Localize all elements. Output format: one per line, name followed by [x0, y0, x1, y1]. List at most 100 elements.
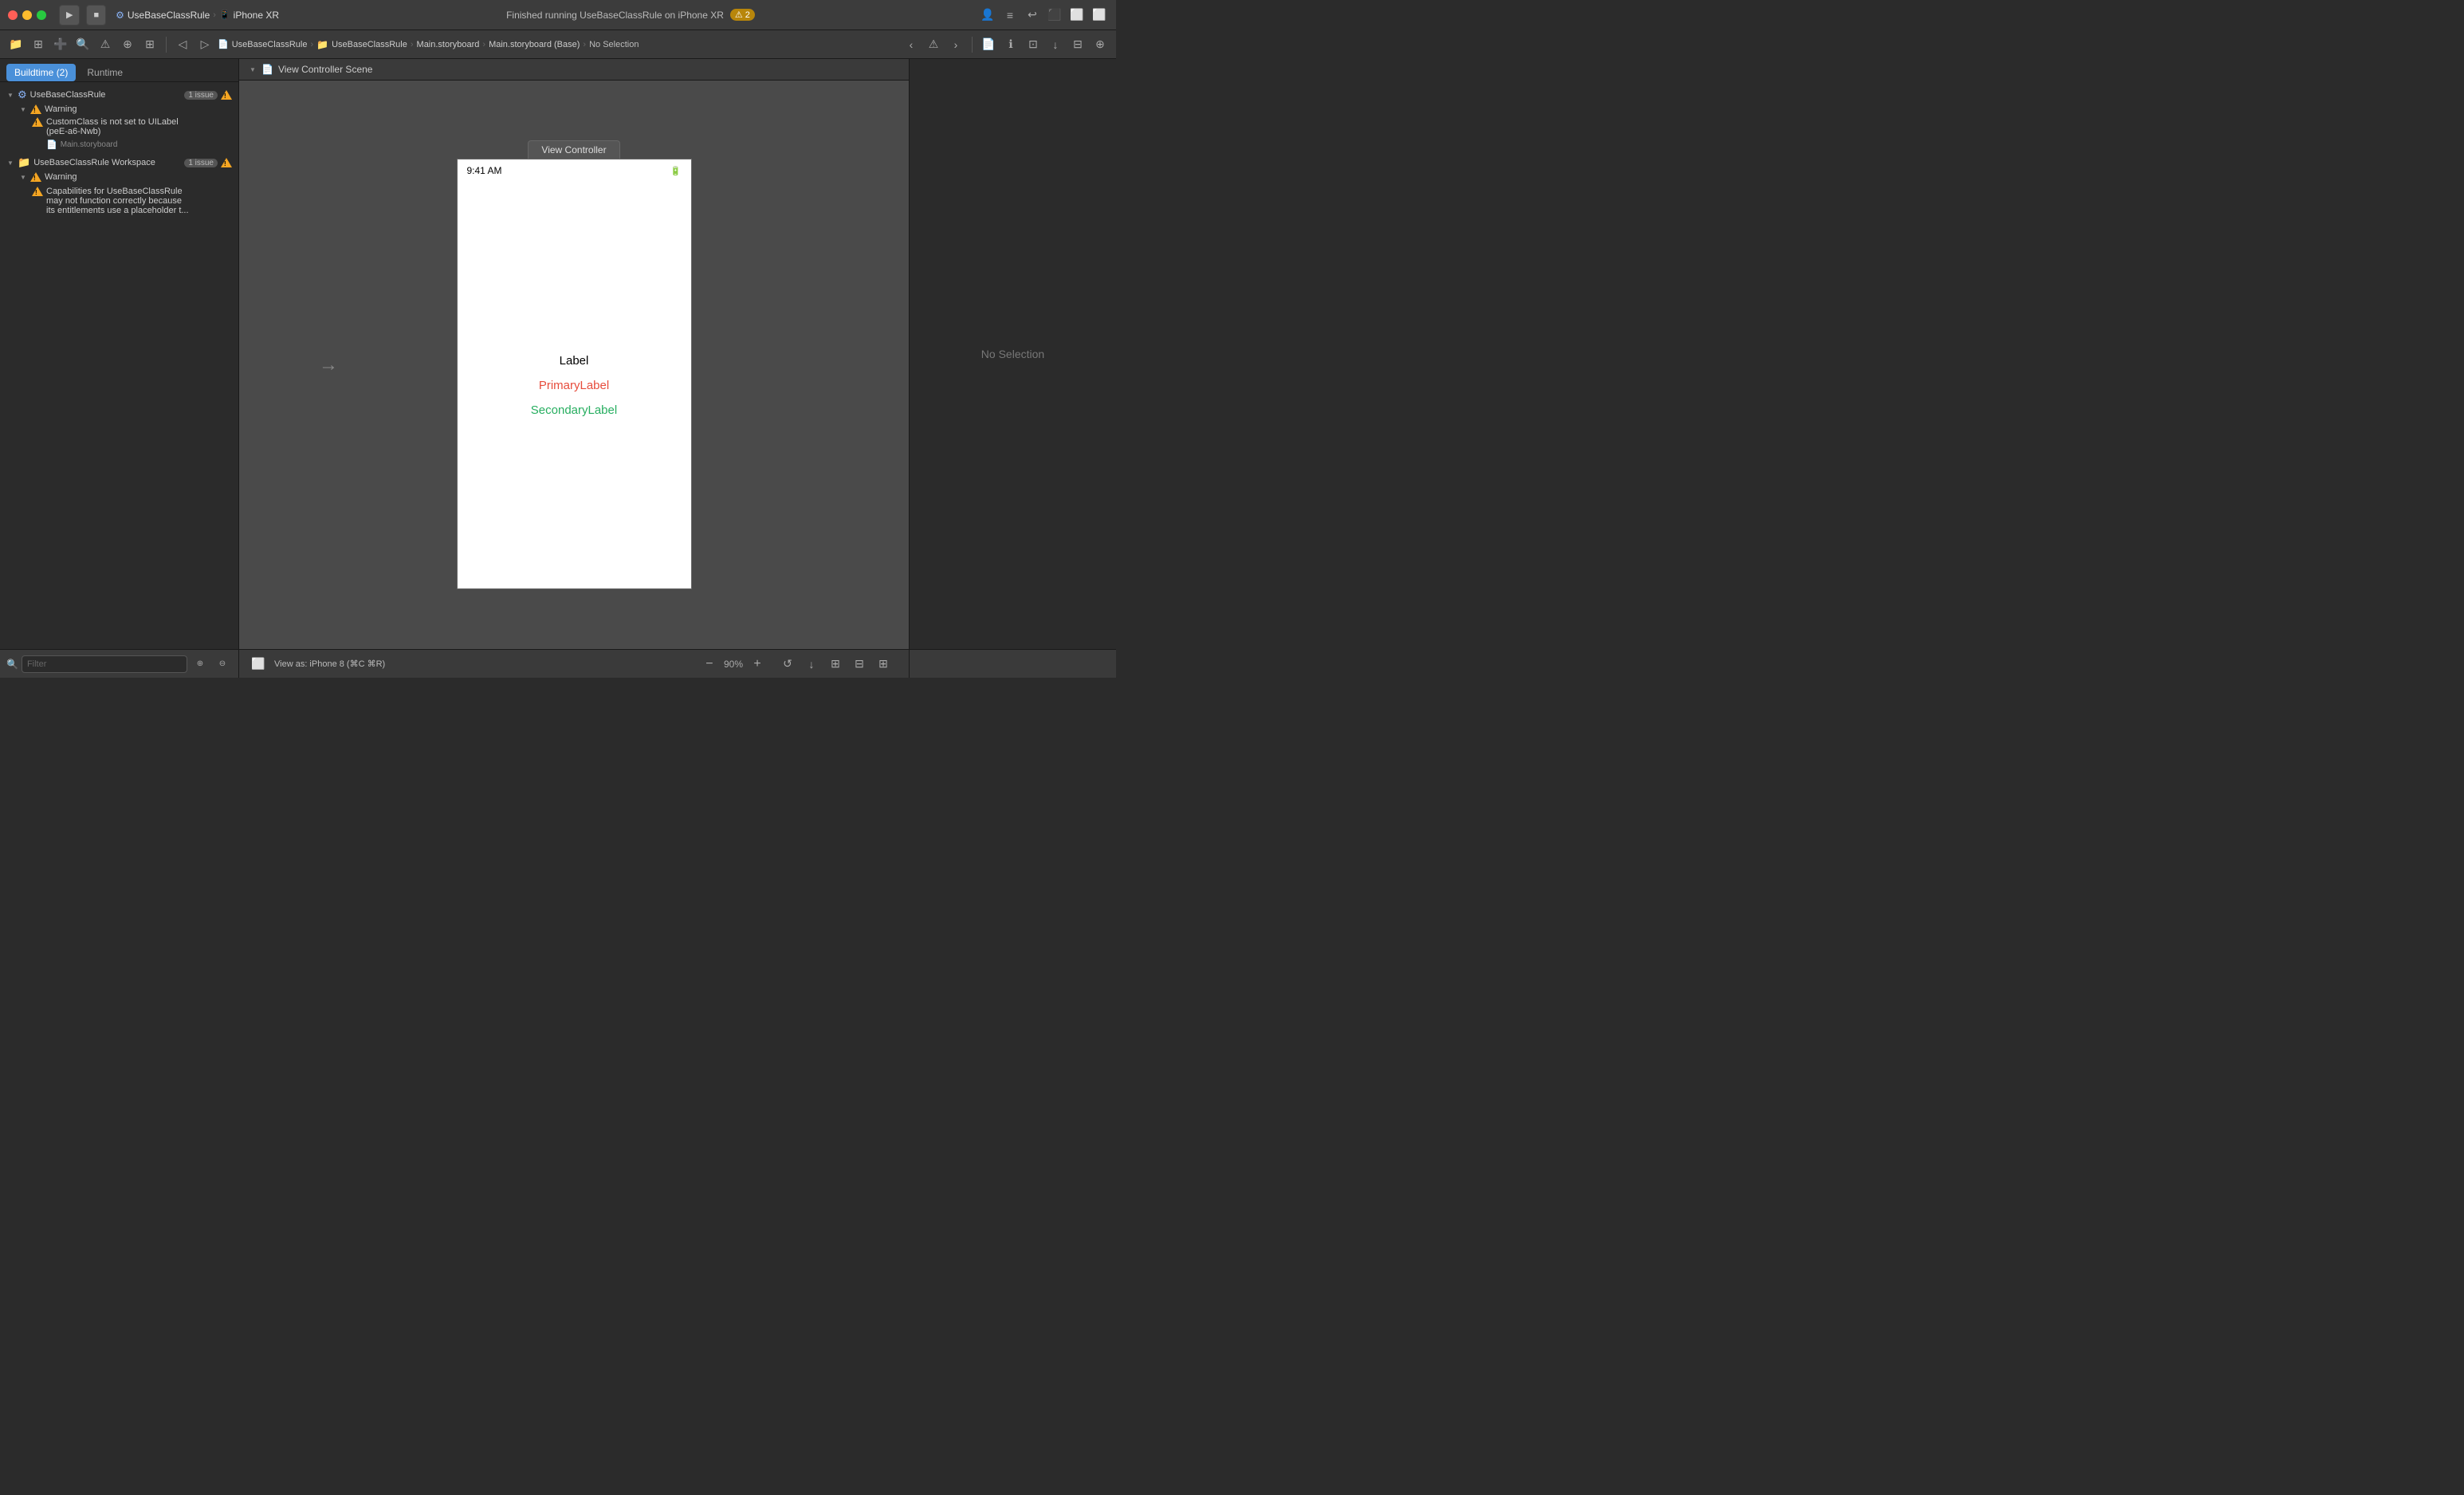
canvas-body[interactable]: → View Controller 9:41 AM 🔋 Label Primar…	[239, 81, 909, 649]
warning-icon-1	[30, 104, 41, 114]
battery-icon: 🔋	[670, 166, 682, 176]
toolbar-right-icons: ‹ ⚠ › 📄 ℹ ⊡ ↓ ⊟ ⊕	[902, 35, 1110, 54]
issue-group-header-2[interactable]: 📁 UseBaseClassRule Workspace 1 issue	[0, 155, 238, 171]
layout3-icon[interactable]: ⬜	[1091, 6, 1108, 24]
breadcrumb-storyboard[interactable]: Main.storyboard	[417, 40, 480, 49]
storyboard-file-icon: 📄	[46, 140, 57, 150]
minimize-button[interactable]	[22, 10, 32, 20]
issue-item-2[interactable]: Capabilities for UseBaseClassRulemay not…	[0, 183, 238, 217]
breadcrumb-storyboard-base[interactable]: Main.storyboard (Base)	[489, 40, 580, 49]
issues-panel: Buildtime (2) Runtime ⚙ UseBaseClassRule…	[0, 59, 239, 649]
chevron-left-icon[interactable]: ‹	[902, 35, 921, 54]
phone-frame: 9:41 AM 🔋 Label PrimaryLabel SecondaryLa…	[457, 159, 692, 589]
tab-buildtime[interactable]: Buildtime (2)	[6, 64, 76, 81]
breadcrumb-folder-icon: 📁	[316, 39, 328, 50]
close-button[interactable]	[8, 10, 18, 20]
warning-group-1[interactable]: Warning	[0, 103, 238, 116]
canvas-icon[interactable]: ⬜	[249, 655, 268, 674]
expand-warning-2[interactable]	[19, 173, 27, 181]
file-new-icon[interactable]: 📄	[979, 35, 998, 54]
scene-expand-icon[interactable]	[249, 65, 257, 73]
label-secondary: SecondaryLabel	[531, 403, 617, 417]
maximize-button[interactable]	[37, 10, 46, 20]
issue-warn-icon-2	[32, 187, 43, 196]
download-icon[interactable]: ↓	[802, 655, 821, 674]
warning-filter-icon[interactable]: ⚠	[96, 35, 115, 54]
tab-runtime[interactable]: Runtime	[79, 64, 131, 81]
filter-input-left[interactable]: Filter	[22, 655, 187, 673]
layout1-icon[interactable]: ⬛	[1046, 6, 1063, 24]
scene-label: View Controller Scene	[278, 64, 373, 75]
toolbar: 📁 ⊞ ➕ 🔍 ⚠ ⊕ ⊞ ◁ ▷ 📄 UseBaseClassRule › 📁…	[0, 30, 1116, 59]
nav-icon[interactable]: ↩	[1024, 6, 1041, 24]
diff-icon[interactable]: ⊕	[118, 35, 137, 54]
phone-content: Label PrimaryLabel SecondaryLabel	[458, 182, 691, 588]
share-icon[interactable]: ⊕	[1091, 35, 1110, 54]
warning-triangle-1	[221, 90, 232, 100]
warning-group-2[interactable]: Warning	[0, 171, 238, 183]
phone-status-bar: 9:41 AM 🔋	[458, 159, 691, 182]
phone-container: View Controller 9:41 AM 🔋 Label PrimaryL…	[457, 140, 692, 589]
search-icon[interactable]: 🔍	[73, 35, 92, 54]
zoom-level: 90%	[724, 659, 743, 670]
bottom-center: ⬜ View as: iPhone 8 (⌘C ⌘R) − 90% + ↺ ↓ …	[239, 649, 909, 678]
label-primary: PrimaryLabel	[539, 379, 609, 392]
stop-button[interactable]: ■	[86, 5, 106, 26]
warning-nav-icon[interactable]: ⚠	[924, 35, 943, 54]
warning-triangle-2	[221, 158, 232, 167]
bottom-left: 🔍 Filter ⊕ ⊖	[0, 649, 239, 678]
issue-warn-icon-1	[32, 117, 43, 127]
zoom-controls: − 90% +	[701, 656, 765, 672]
status-bar: Finished running UseBaseClassRule on iPh…	[289, 9, 973, 21]
project-file-icon: 📄	[218, 39, 229, 49]
canvas-area: 📄 View Controller Scene → View Controlle…	[239, 59, 909, 649]
storyboard-arrow: →	[319, 354, 338, 376]
editor-icon[interactable]: ≡	[1001, 6, 1019, 24]
issue-item-1[interactable]: CustomClass is not set to UILabel(peE-a6…	[0, 116, 238, 151]
titlebar: ▶ ■ ⚙ UseBaseClassRule › 📱 iPhone XR Fin…	[0, 0, 1116, 30]
expand-icon-1[interactable]	[6, 91, 14, 99]
add-icon[interactable]: ➕	[51, 35, 70, 54]
sep2	[972, 37, 973, 53]
expand-warning-1[interactable]	[19, 105, 27, 113]
issue-group-header-1[interactable]: ⚙ UseBaseClassRule 1 issue	[0, 87, 238, 103]
breadcrumb: 📄 UseBaseClassRule › 📁 UseBaseClassRule …	[218, 39, 639, 50]
grid-icon[interactable]: ⊞	[140, 35, 159, 54]
right-panel: No Selection	[909, 59, 1116, 649]
account-icon[interactable]: 👤	[979, 6, 996, 24]
traffic-lights	[8, 10, 46, 20]
info-icon[interactable]: ℹ	[1001, 35, 1020, 54]
breadcrumb-project[interactable]: UseBaseClassRule	[232, 40, 308, 49]
view-controller-title: View Controller	[528, 140, 619, 159]
expand-icon-2[interactable]	[6, 159, 14, 167]
inspector-icon[interactable]: ⊡	[1024, 35, 1043, 54]
chevron-right-icon[interactable]: ›	[946, 35, 965, 54]
hierarchy-icon[interactable]: ⊞	[29, 35, 48, 54]
next-icon[interactable]: ▷	[195, 35, 214, 54]
layout2-icon[interactable]: ⬜	[1068, 6, 1086, 24]
titlebar-right-controls: 👤 ≡ ↩ ⬛ ⬜ ⬜	[979, 6, 1108, 24]
down-arrow-icon[interactable]: ↓	[1046, 35, 1065, 54]
issues-tabs: Buildtime (2) Runtime	[0, 59, 238, 82]
folder-nav-icon[interactable]: 📁	[6, 35, 26, 54]
expand-icon[interactable]: ⊞	[874, 655, 893, 674]
size-icon[interactable]: ⊟	[1068, 35, 1087, 54]
resize-icon[interactable]: ⊟	[850, 655, 869, 674]
filter-options-icon[interactable]: ⊕	[191, 655, 210, 674]
zoom-in-button[interactable]: +	[749, 656, 765, 672]
grid-view-icon[interactable]: ⊞	[826, 655, 845, 674]
bottom-layout: 🔍 Filter ⊕ ⊖ ⬜ View as: iPhone 8 (⌘C ⌘R)…	[0, 649, 1116, 678]
breadcrumb-current: No Selection	[589, 40, 639, 49]
filter-clear-icon[interactable]: ⊖	[213, 655, 232, 674]
toolbar-separator	[166, 37, 167, 53]
prev-icon[interactable]: ◁	[173, 35, 192, 54]
issue-group-2: 📁 UseBaseClassRule Workspace 1 issue War…	[0, 153, 238, 218]
project-name: ⚙ UseBaseClassRule › 📱 iPhone XR	[116, 10, 279, 21]
play-button[interactable]: ▶	[59, 5, 80, 26]
issue-group-1: ⚙ UseBaseClassRule 1 issue Warning Custo…	[0, 85, 238, 153]
breadcrumb-group[interactable]: UseBaseClassRule	[332, 40, 407, 49]
no-selection-text: No Selection	[981, 348, 1044, 360]
zoom-out-button[interactable]: −	[701, 656, 717, 672]
canvas-header: 📄 View Controller Scene	[239, 59, 909, 81]
refresh-icon[interactable]: ↺	[778, 655, 797, 674]
